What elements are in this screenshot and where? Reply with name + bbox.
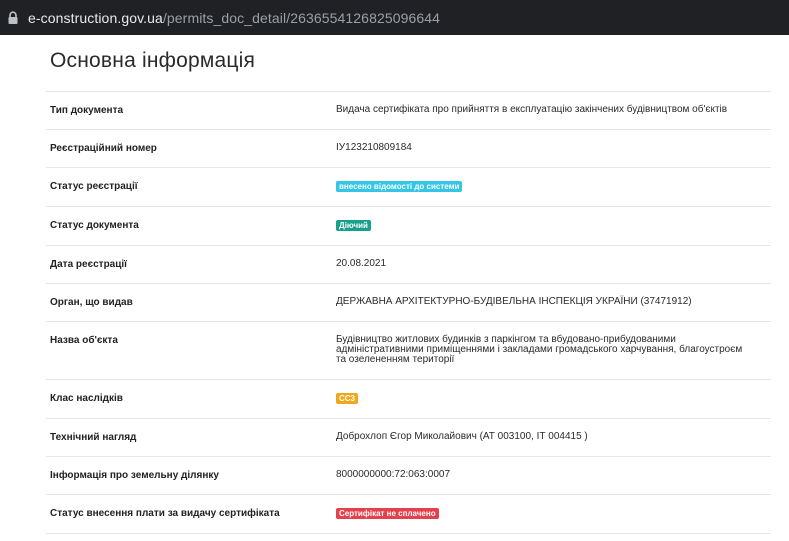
info-table: Тип документа Видача сертифіката про при… — [46, 91, 771, 534]
document-type-value: Видача сертифіката про прийняття в експл… — [336, 104, 728, 115]
lock-icon[interactable] — [7, 10, 19, 25]
table-row: Статус документа Діючий — [46, 207, 771, 246]
table-row: Інформація про земельну ділянку 80000000… — [46, 457, 771, 495]
table-row: Статус внесення плати за видачу сертифік… — [46, 495, 771, 534]
table-row: Технічний нагляд Доброхлоп Єгор Миколайо… — [46, 419, 771, 457]
land-plot-value: 8000000000:72:063:0007 — [336, 469, 451, 480]
table-row: Орган, що видав ДЕРЖАВНА АРХІТЕКТУРНО-БУ… — [46, 284, 771, 322]
row-label: Клас наслідків — [50, 393, 123, 404]
technical-supervision-value: Доброхлоп Єгор Миколайович (АТ 003100, І… — [336, 431, 588, 442]
address-bar[interactable]: e-construction.gov.ua/permits_doc_detail… — [0, 0, 789, 35]
row-label: Статус реєстрації — [50, 181, 138, 192]
table-row: Дата реєстрації 20.08.2021 — [46, 246, 771, 284]
url-host: e-construction.gov.ua — [28, 9, 163, 26]
url-path: /permits_doc_detail/2636554126825096644 — [162, 9, 441, 26]
table-row: Назва об'єкта Будівництво житлових будин… — [46, 322, 771, 380]
row-label: Реєстраційний номер — [50, 143, 157, 154]
object-name-line: та озелененням території — [336, 354, 455, 365]
table-row: Статус реєстрації внесено відомості до с… — [46, 168, 771, 207]
table-row: Тип документа Видача сертифіката про при… — [46, 92, 771, 130]
row-label: Орган, що видав — [50, 297, 133, 308]
row-label: Технічний нагляд — [50, 432, 137, 443]
page-title: Основна інформація — [50, 49, 256, 72]
row-label: Тип документа — [50, 105, 124, 116]
row-label: Інформація про земельну ділянку — [50, 470, 219, 481]
table-row: Реєстраційний номер ІУ123210809184 — [46, 130, 771, 168]
url-text[interactable]: e-construction.gov.ua/permits_doc_detail… — [28, 10, 440, 26]
document-status-badge: Діючий — [336, 220, 371, 231]
row-label: Статус документа — [50, 220, 139, 231]
issuing-authority-value: ДЕРЖАВНА АРХІТЕКТУРНО-БУДІВЕЛЬНА ІНСПЕКЦ… — [336, 296, 692, 307]
row-label: Дата реєстрації — [50, 259, 127, 270]
row-label: Статус внесення плати за видачу сертифік… — [50, 508, 280, 519]
row-label: Назва об'єкта — [50, 335, 118, 346]
object-name-value: Будівництво житлових будинків з паркінго… — [336, 322, 771, 379]
registration-date-value: 20.08.2021 — [336, 258, 387, 269]
table-row: Клас наслідків СС3 — [46, 380, 771, 419]
consequence-class-badge: СС3 — [336, 393, 359, 404]
registration-number-value: ІУ123210809184 — [336, 142, 412, 153]
registration-status-badge: внесено відомості до системи — [336, 181, 463, 192]
payment-status-badge: Сертифікат не сплачено — [336, 508, 439, 519]
